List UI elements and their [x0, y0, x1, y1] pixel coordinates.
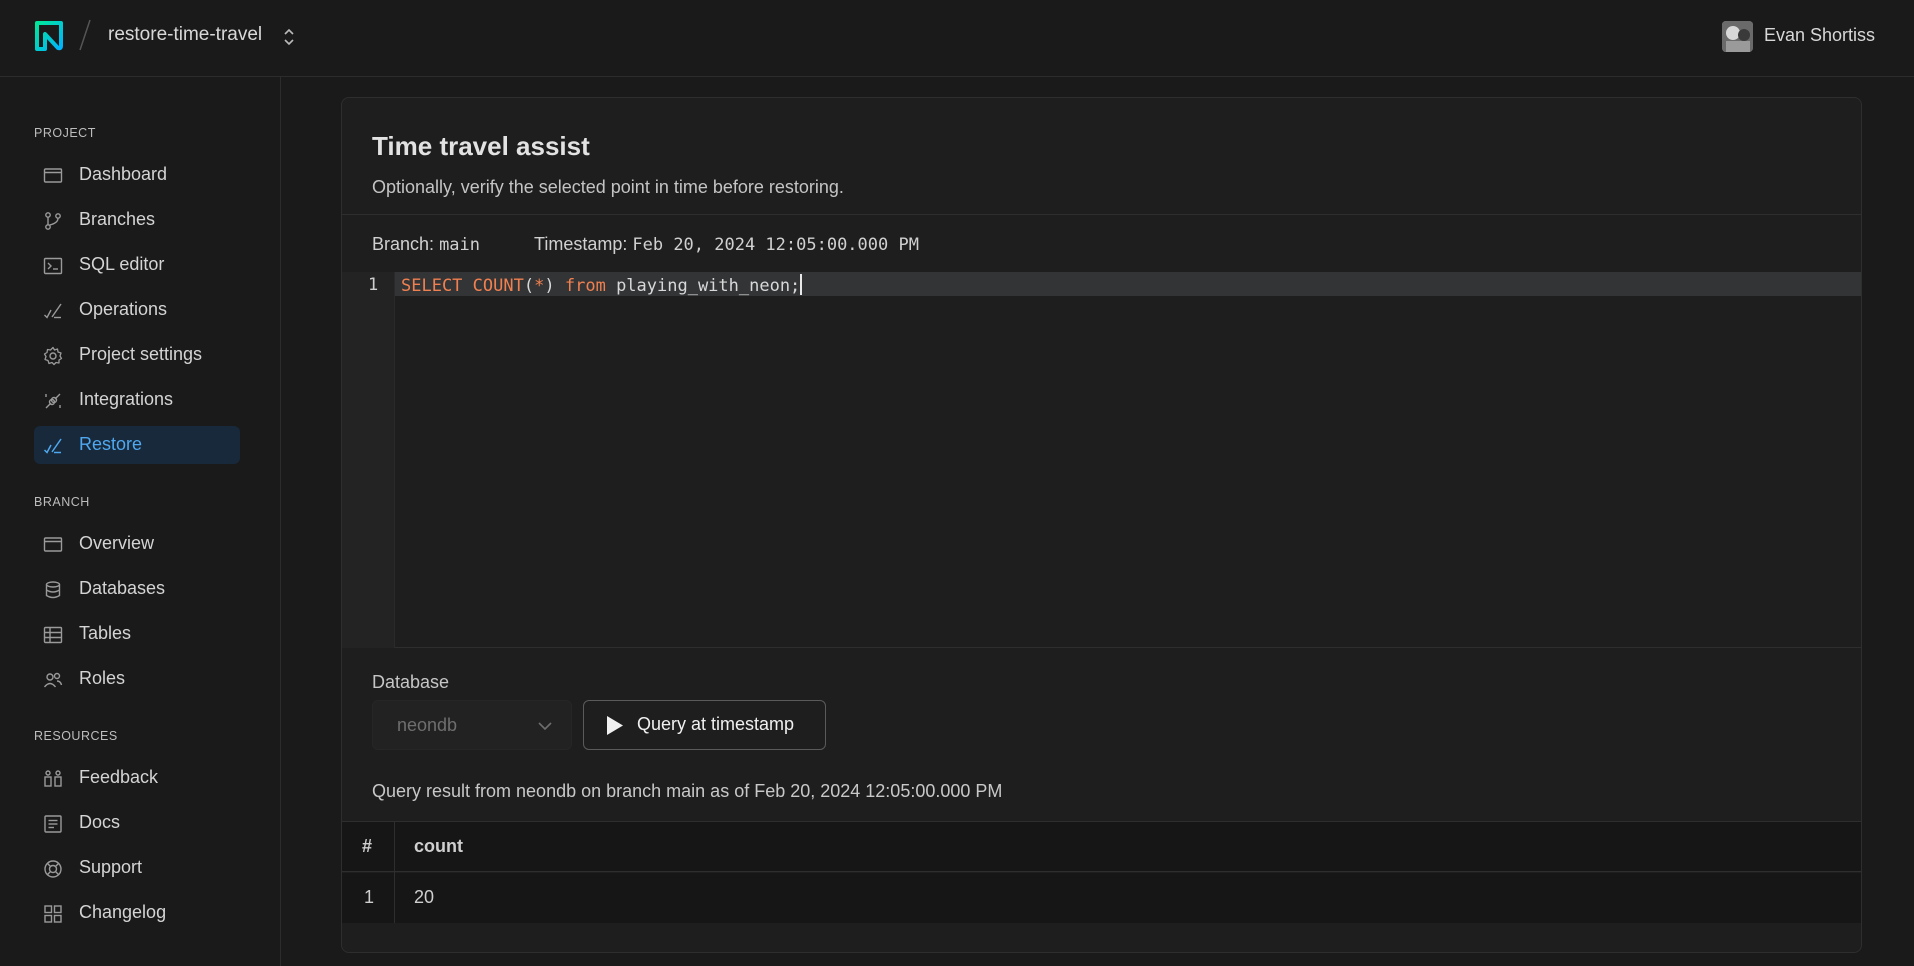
sidebar-item-label: Restore — [79, 434, 143, 454]
sidebar-item-operations[interactable]: Operations — [34, 291, 240, 329]
sidebar-item-label: Databases — [79, 578, 166, 598]
changelog-icon — [44, 905, 62, 923]
result-caption: Query result from neondb on branch main … — [372, 781, 1003, 801]
sidebar-item-overview[interactable]: Overview — [34, 525, 240, 563]
docs-icon — [44, 815, 62, 833]
database-icon — [45, 581, 61, 599]
sidebar-item-label: Support — [79, 857, 143, 877]
database-select[interactable]: neondb — [372, 700, 572, 750]
page-subtitle: Optionally, verify the selected point in… — [372, 177, 844, 197]
timestamp-label: Timestamp: — [534, 234, 628, 254]
sql-editor[interactable]: 1 SELECT COUNT(*) from playing_with_neon… — [342, 272, 1861, 648]
top-bar: restore-time-travel Evan Shortiss — [0, 0, 1914, 77]
sidebar-item-label: Project settings — [79, 344, 203, 364]
feedback-icon — [44, 770, 62, 787]
time-travel-assist-card: Time travel assist Optionally, verify th… — [341, 97, 1862, 953]
divider — [342, 214, 1861, 215]
sidebar-item-feedback[interactable]: Feedback — [34, 759, 240, 797]
section-label-branch: BRANCH — [34, 495, 90, 509]
sidebar-item-label: Docs — [79, 812, 121, 832]
operations-icon — [44, 303, 62, 319]
database-label: Database — [372, 672, 450, 692]
sidebar-item-label: Feedback — [79, 767, 159, 787]
line-number: 1 — [368, 275, 379, 295]
sidebar: PROJECT Dashboard Branches SQL editor Op… — [0, 77, 281, 966]
column-divider — [394, 822, 395, 923]
support-icon — [44, 860, 62, 878]
table-icon — [43, 626, 63, 644]
column-header: count — [414, 836, 463, 856]
project-selector[interactable]: restore-time-travel — [108, 24, 262, 46]
sidebar-item-docs[interactable]: Docs — [34, 804, 240, 842]
gear-icon — [43, 346, 63, 366]
dashboard-icon — [43, 168, 63, 183]
sidebar-item-sql-editor[interactable]: SQL editor — [34, 246, 240, 284]
timestamp-value: Feb 20, 2024 12:05:00.000 PM — [632, 235, 919, 255]
section-label-project: PROJECT — [34, 126, 96, 140]
sidebar-item-label: Tables — [79, 623, 132, 643]
page-title: Time travel assist — [372, 131, 590, 161]
table-cell: 20 — [414, 887, 435, 907]
sidebar-item-label: Branches — [79, 209, 156, 229]
sql-function-count: COUNT — [472, 276, 524, 296]
integrations-icon — [45, 393, 61, 409]
sql-table-name: playing_with_neon; — [616, 276, 801, 296]
table-cell: 1 — [364, 887, 375, 907]
column-header: # — [362, 836, 373, 856]
restore-icon — [43, 438, 62, 454]
table-row: 1 20 — [342, 873, 1861, 923]
sidebar-item-label: Roles — [79, 668, 126, 688]
section-label-resources: RESOURCES — [34, 729, 118, 743]
sidebar-item-dashboard[interactable]: Dashboard — [34, 156, 240, 194]
sidebar-item-branches[interactable]: Branches — [34, 201, 240, 239]
branches-icon — [45, 212, 61, 230]
overview-icon — [43, 537, 63, 552]
sidebar-item-label: Dashboard — [79, 164, 168, 184]
query-button-label: Query at timestamp — [637, 714, 795, 734]
sql-paren-open: ( — [523, 276, 535, 296]
branch-info: Branch: main — [372, 234, 480, 255]
sidebar-item-label: Changelog — [79, 902, 167, 922]
chevron-down-icon — [538, 722, 552, 731]
sidebar-item-tables[interactable]: Tables — [34, 615, 240, 653]
sidebar-item-label: Integrations — [79, 389, 174, 409]
sidebar-item-label: Overview — [79, 533, 155, 553]
neon-logo-icon[interactable] — [34, 20, 64, 52]
sidebar-item-restore[interactable]: Restore — [34, 426, 240, 464]
table-header: # count — [342, 822, 1861, 872]
play-icon — [607, 716, 623, 735]
sidebar-item-project-settings[interactable]: Project settings — [34, 336, 240, 374]
editor-gutter — [342, 272, 395, 648]
sidebar-item-integrations[interactable]: Integrations — [34, 381, 240, 419]
code-line[interactable]: SELECT COUNT(*) from playing_with_neon; — [401, 274, 803, 296]
text-cursor — [800, 274, 803, 295]
breadcrumb-separator — [79, 19, 91, 51]
sql-keyword-select: SELECT — [401, 276, 463, 296]
chevron-up-down-icon[interactable] — [282, 27, 296, 47]
sql-paren-close: ) — [544, 276, 555, 296]
branch-label: Branch: — [372, 234, 435, 254]
roles-icon — [43, 672, 63, 688]
branch-value: main — [439, 235, 481, 255]
sql-keyword-from: from — [564, 276, 606, 296]
sidebar-item-label: SQL editor — [79, 254, 165, 274]
sidebar-item-changelog[interactable]: Changelog — [34, 894, 240, 932]
database-select-value: neondb — [397, 715, 458, 735]
timestamp-info: Timestamp: Feb 20, 2024 12:05:00.000 PM — [534, 234, 919, 255]
results-table: # count 1 20 — [342, 821, 1861, 923]
query-at-timestamp-button[interactable]: Query at timestamp — [583, 700, 826, 750]
avatar[interactable] — [1722, 21, 1753, 52]
sidebar-item-databases[interactable]: Databases — [34, 570, 240, 608]
sidebar-item-roles[interactable]: Roles — [34, 660, 240, 698]
user-name[interactable]: Evan Shortiss — [1764, 25, 1875, 46]
sql-star: * — [534, 276, 545, 296]
sql-editor-icon — [43, 257, 63, 275]
sidebar-item-label: Operations — [79, 299, 168, 319]
sidebar-item-support[interactable]: Support — [34, 849, 240, 887]
